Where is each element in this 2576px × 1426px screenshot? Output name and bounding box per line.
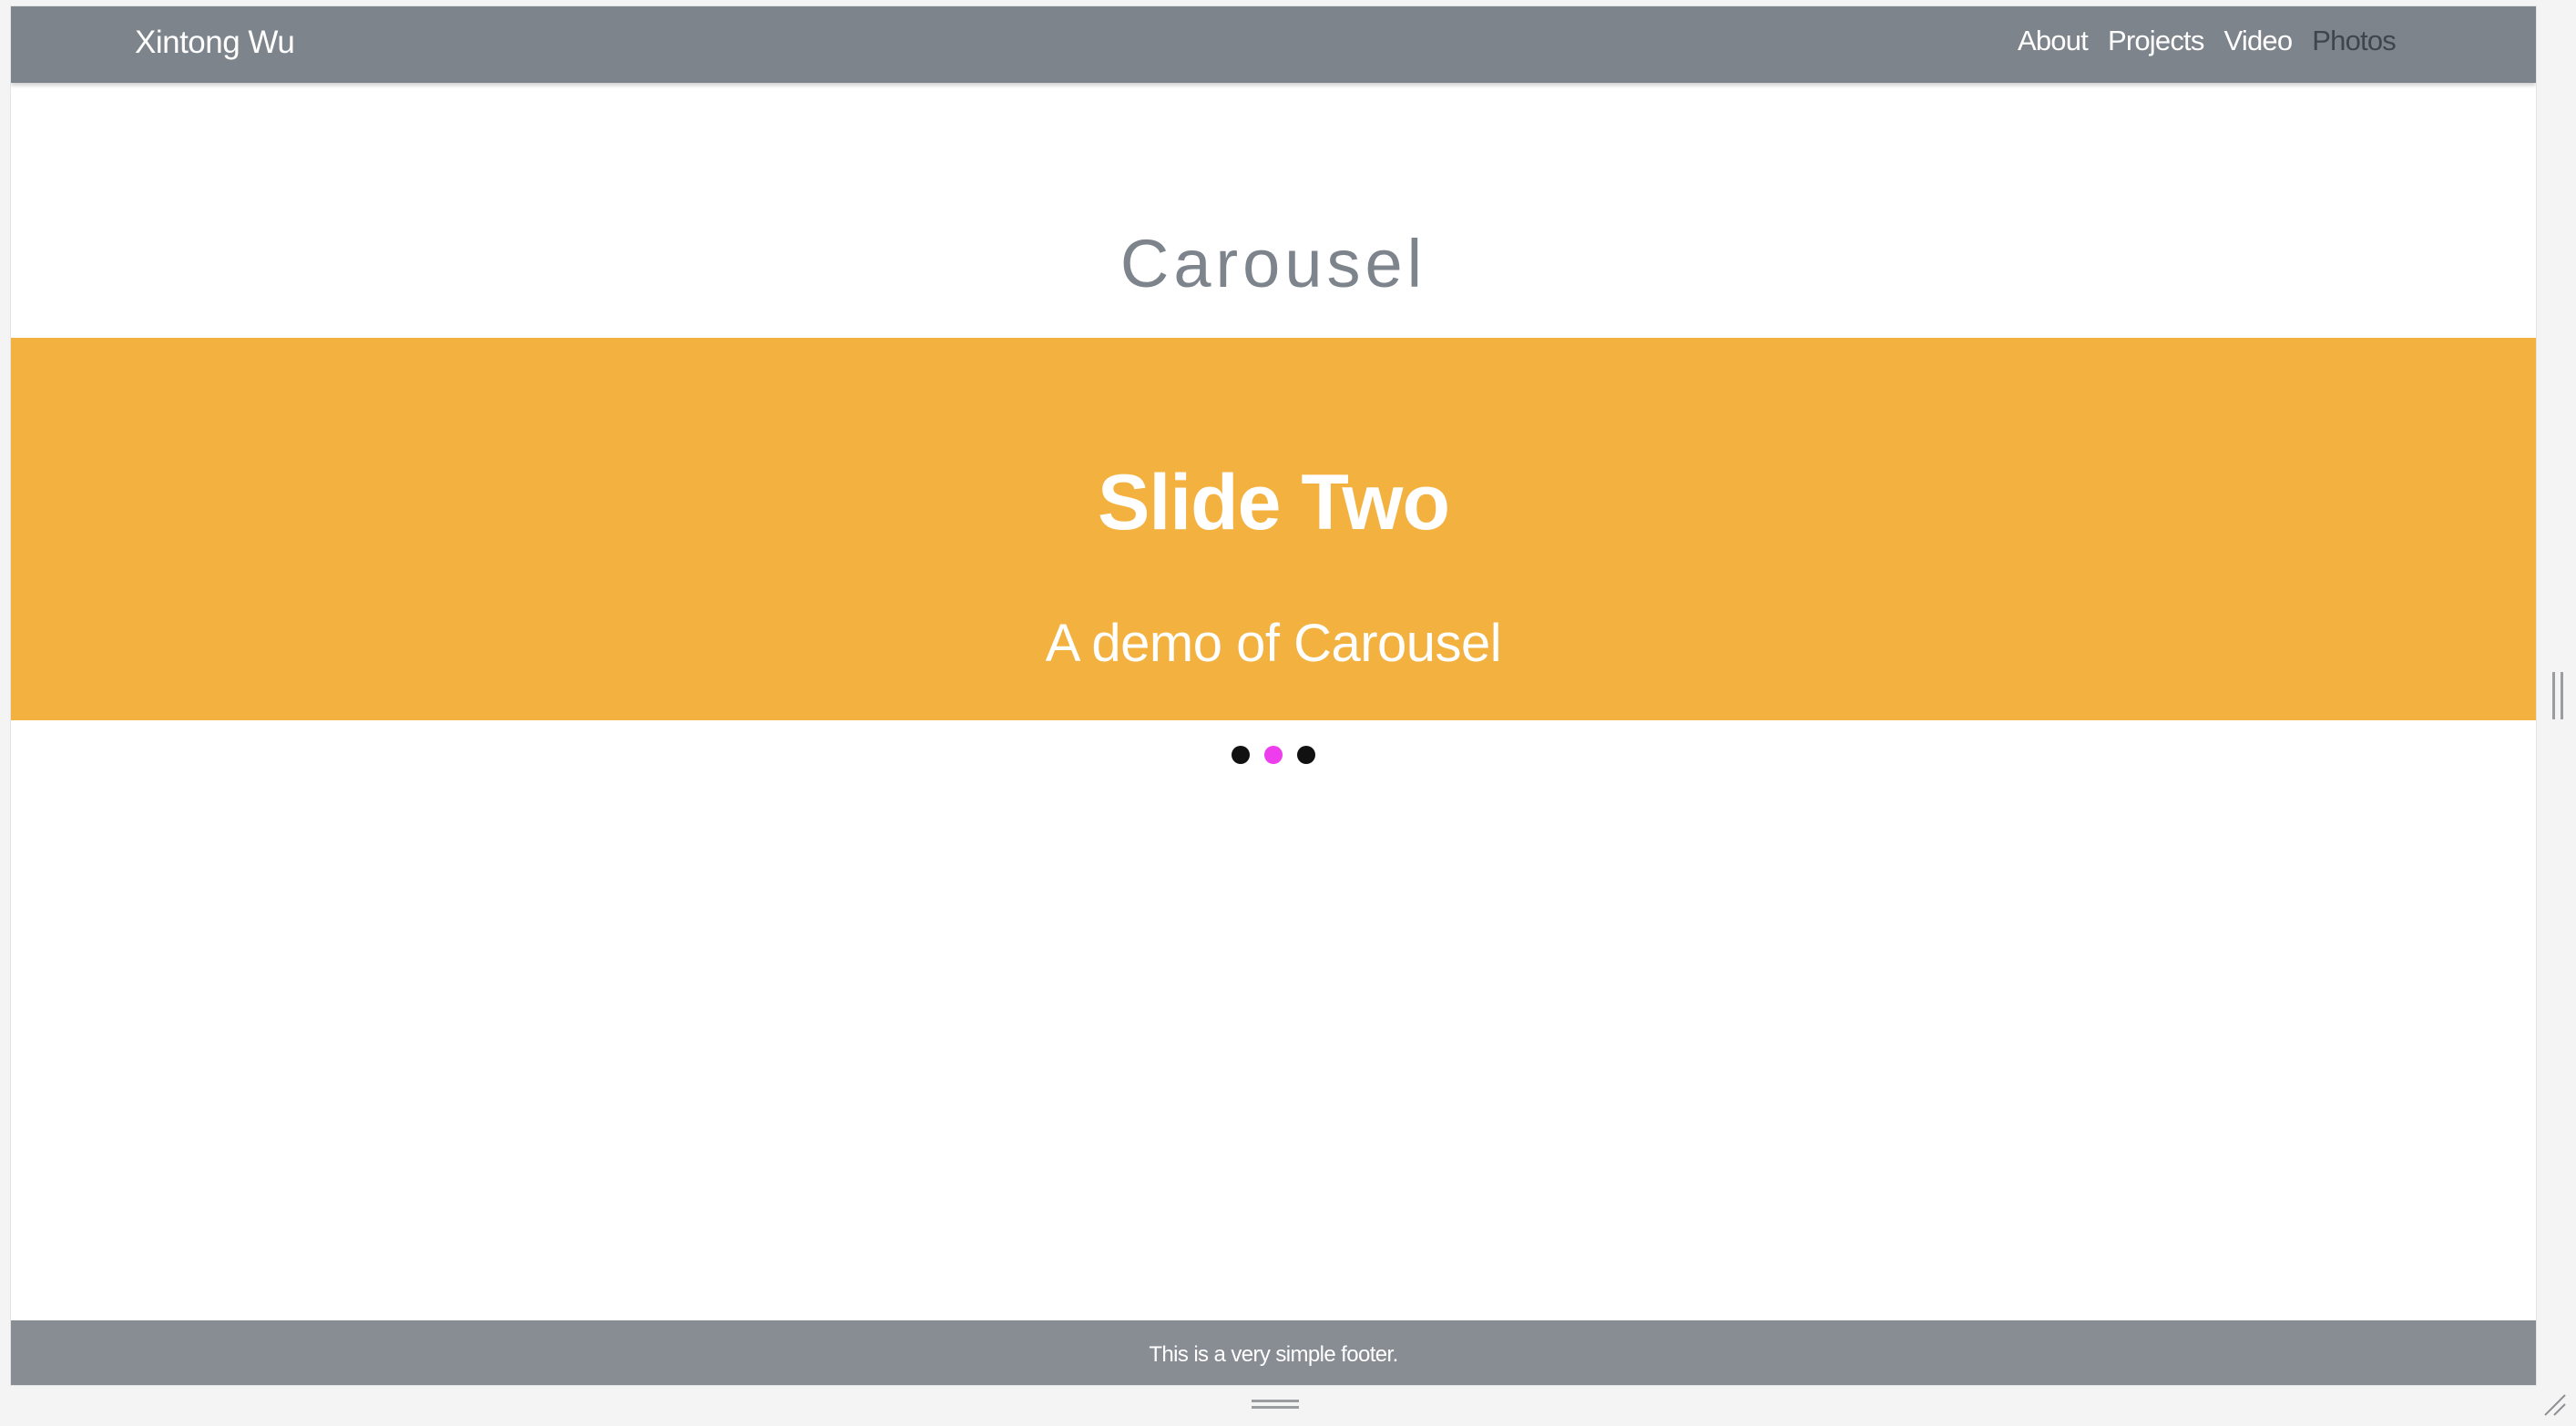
carousel-indicator-1[interactable] — [1232, 746, 1250, 764]
carousel-indicators — [11, 746, 2536, 764]
bottom-resize-handle-icon[interactable] — [1252, 1400, 1299, 1409]
nav-link-about[interactable]: About — [2018, 25, 2089, 57]
slide-subtitle: A demo of Carousel — [1045, 614, 1502, 673]
slide-title: Slide Two — [1098, 459, 1450, 546]
carousel-indicator-3[interactable] — [1297, 746, 1315, 764]
nav-link-video[interactable]: Video — [2224, 25, 2294, 57]
corner-resize-grip-icon[interactable] — [2541, 1391, 2567, 1417]
brand-link[interactable]: Xintong Wu — [135, 25, 295, 61]
footer: This is a very simple footer. — [11, 1320, 2536, 1385]
browser-viewport: Xintong Wu About Projects Video Photos C… — [11, 6, 2536, 1385]
nav-links: About Projects Video Photos — [2018, 25, 2397, 57]
carousel-slide[interactable]: Slide Two A demo of Carousel — [11, 338, 2536, 720]
navbar: Xintong Wu About Projects Video Photos — [11, 6, 2536, 83]
side-resize-handle-icon[interactable] — [2552, 672, 2563, 719]
carousel-indicator-2[interactable] — [1264, 746, 1283, 764]
footer-text: This is a very simple footer. — [1149, 1342, 1398, 1367]
page-title: Carousel — [1119, 226, 1427, 301]
nav-link-projects[interactable]: Projects — [2108, 25, 2204, 57]
nav-link-photos[interactable]: Photos — [2312, 25, 2397, 57]
